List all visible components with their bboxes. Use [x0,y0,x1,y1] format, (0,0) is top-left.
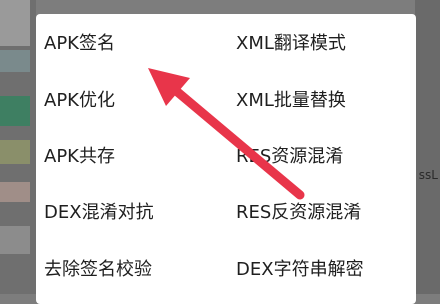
background-app-right: ssL [415,0,440,294]
background-blur-block [0,182,30,202]
menu-item-res-obfuscate[interactable]: RES资源混淆 [236,146,343,168]
menu-item-apk-coexist[interactable]: APK共存 [44,146,115,168]
menu-item-xml-translate-mode[interactable]: XML翻译模式 [236,33,346,55]
menu-item-xml-batch-replace[interactable]: XML批量替换 [236,90,346,112]
popup-menu: APK签名 XML翻译模式 APK优化 XML批量替换 APK共存 RES资源混… [36,14,416,304]
menu-item-dex-string-decrypt[interactable]: DEX字符串解密 [236,259,364,281]
background-text: ssL [418,168,438,182]
background-blur-block [0,0,30,46]
background-blur-block [0,50,30,72]
menu-item-dex-obfuscate-counter[interactable]: DEX混淆对抗 [44,202,154,224]
menu-item-remove-signature-check[interactable]: 去除签名校验 [44,259,152,281]
menu-item-apk-sign[interactable]: APK签名 [44,33,115,55]
menu-item-res-deobfuscate[interactable]: RES反资源混淆 [236,202,361,224]
menu-item-apk-optimize[interactable]: APK优化 [44,90,115,112]
background-app-strip [0,0,36,294]
background-blur-block [0,226,30,254]
background-blur-block [0,140,30,164]
background-blur-block [0,96,30,126]
